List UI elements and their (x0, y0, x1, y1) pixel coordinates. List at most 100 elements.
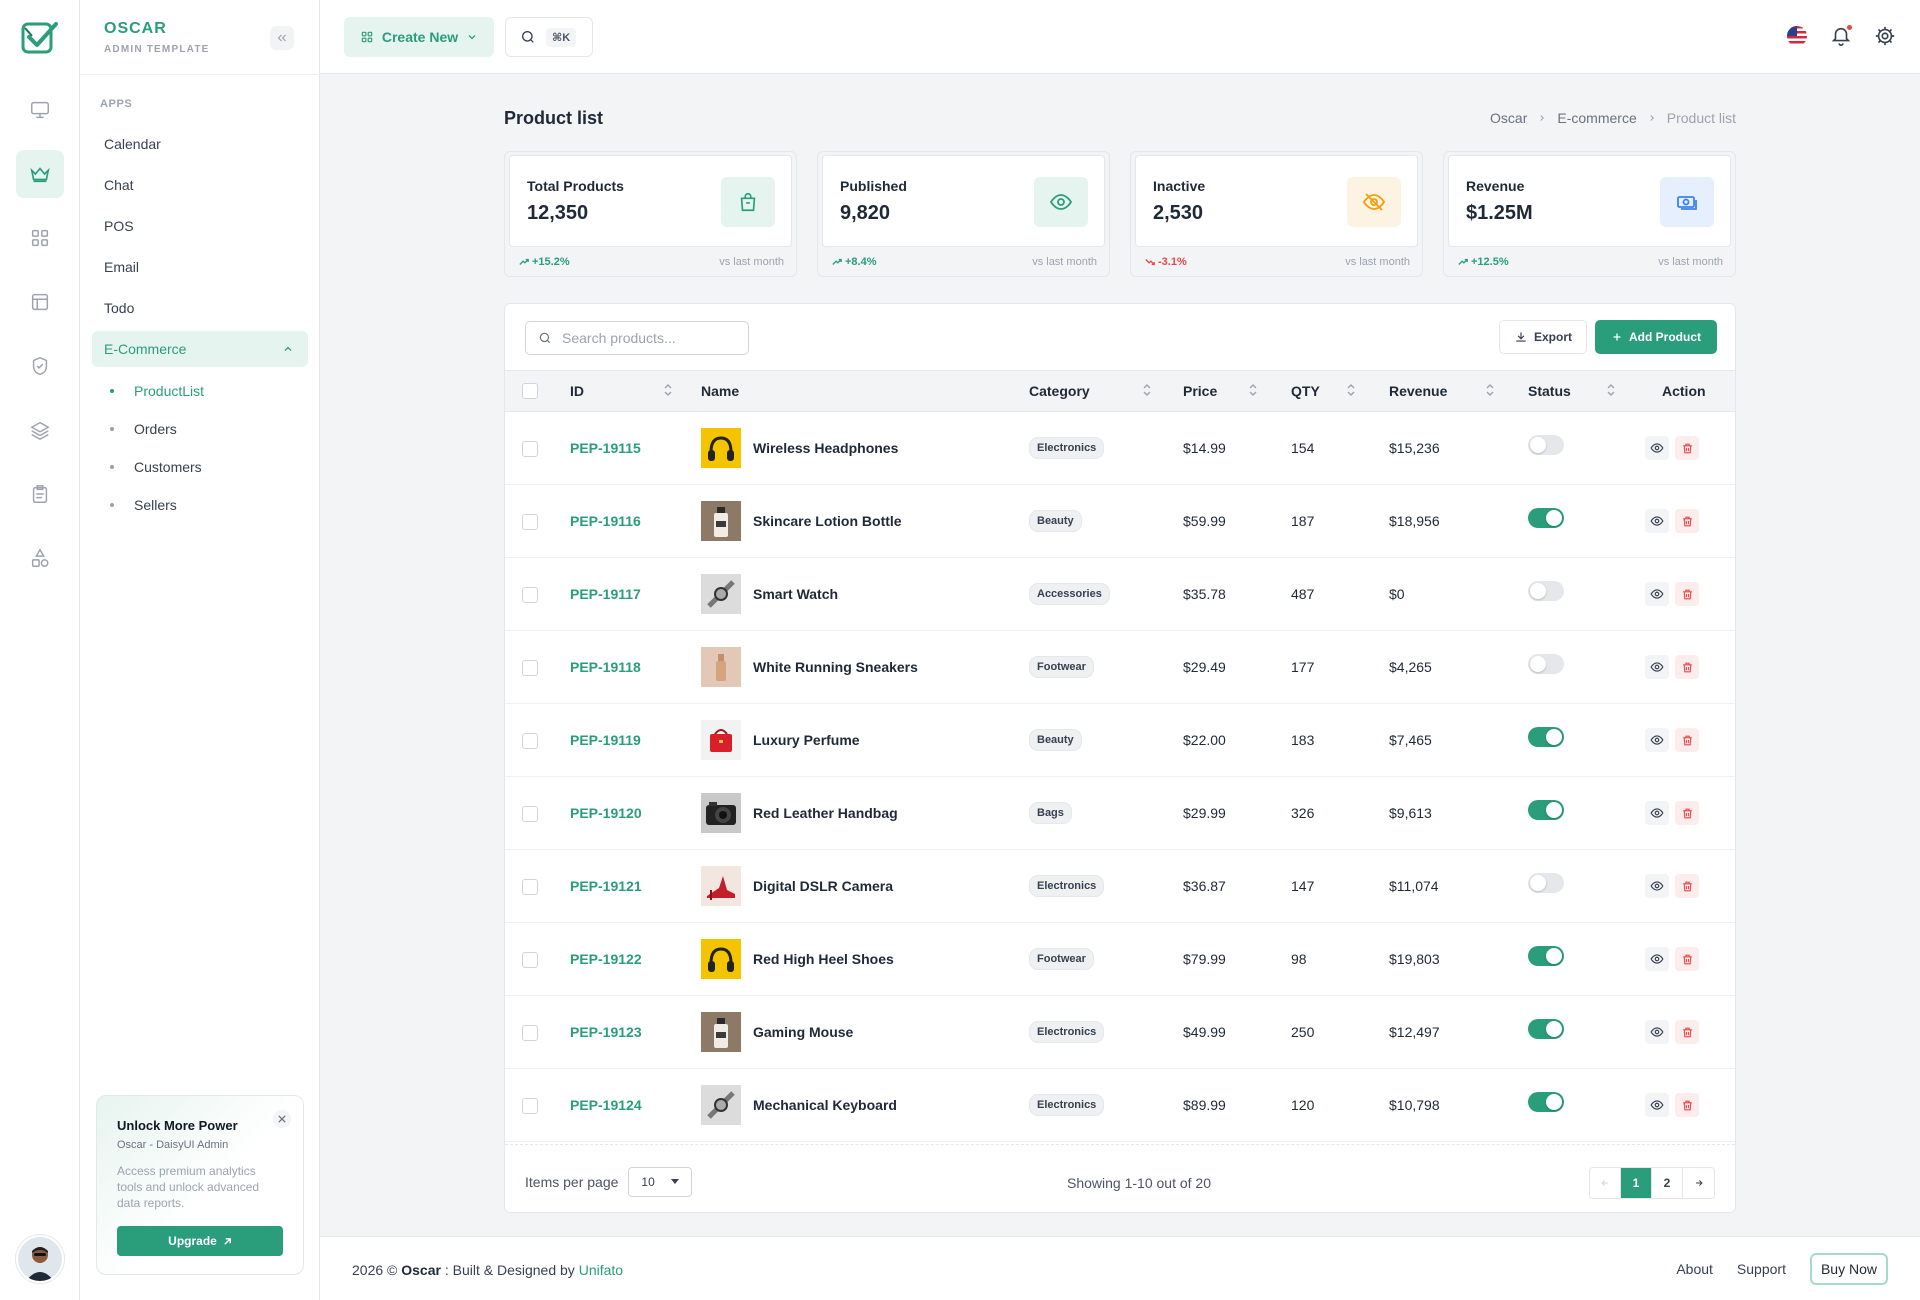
app-logo-icon[interactable] (20, 18, 60, 58)
view-button[interactable] (1645, 582, 1669, 606)
delete-button[interactable] (1675, 655, 1699, 679)
status-toggle[interactable] (1528, 727, 1564, 747)
submenu-item-customers[interactable]: Customers (92, 448, 308, 486)
bell-icon[interactable] (1830, 25, 1852, 47)
create-new-button[interactable]: Create New (344, 17, 494, 57)
row-checkbox[interactable] (522, 587, 538, 603)
shapes-icon[interactable] (16, 534, 64, 582)
view-button[interactable] (1645, 874, 1669, 898)
prev-page-button[interactable] (1590, 1168, 1621, 1198)
table-row[interactable]: PEP-19119 Luxury Perfume Beauty $22.00 183 $7… (505, 704, 1735, 777)
column-header-qty[interactable]: QTY (1291, 371, 1320, 411)
column-header-name[interactable]: Name (701, 371, 739, 411)
breadcrumb-item[interactable]: E-commerce (1557, 110, 1636, 126)
product-id-link[interactable]: PEP-19117 (570, 558, 641, 630)
layers-icon[interactable] (16, 406, 64, 454)
select-all-checkbox[interactable] (522, 383, 538, 399)
table-row[interactable]: PEP-19117 Smart Watch Accessories $35.78 487… (505, 558, 1735, 631)
column-header-price[interactable]: Price (1183, 371, 1217, 411)
next-page-button[interactable] (1683, 1168, 1714, 1198)
sidebar-item-pos[interactable]: POS (92, 208, 308, 244)
layout-icon[interactable] (16, 278, 64, 326)
row-checkbox[interactable] (522, 660, 538, 676)
table-row[interactable]: PEP-19120 Red Leather Handbag Bags $29.99 32… (505, 777, 1735, 850)
table-row[interactable]: PEP-19121 Digital DSLR Camera Electronics $… (505, 850, 1735, 923)
view-button[interactable] (1645, 801, 1669, 825)
view-button[interactable] (1645, 947, 1669, 971)
grid-icon[interactable] (16, 214, 64, 262)
product-id-link[interactable]: PEP-19116 (570, 485, 641, 557)
delete-button[interactable] (1675, 874, 1699, 898)
product-id-link[interactable]: PEP-19115 (570, 412, 641, 484)
gear-icon[interactable] (1874, 25, 1896, 47)
product-id-link[interactable]: PEP-19122 (570, 923, 642, 995)
row-checkbox[interactable] (522, 1098, 538, 1114)
table-row[interactable]: PEP-19115 Wireless Headphones Electronics $… (505, 412, 1735, 485)
view-button[interactable] (1645, 655, 1669, 679)
table-row[interactable]: PEP-19118 White Running Sneakers Footwear $… (505, 631, 1735, 704)
page-button-1[interactable]: 1 (1621, 1168, 1652, 1198)
items-per-page-select[interactable]: 10 (628, 1167, 693, 1197)
product-id-link[interactable]: PEP-19120 (570, 777, 642, 849)
table-row[interactable]: PEP-19124 Mechanical Keyboard Electronics $… (505, 1069, 1735, 1142)
column-header-revenue[interactable]: Revenue (1389, 371, 1447, 411)
status-toggle[interactable] (1528, 1092, 1564, 1112)
sidebar-item-calendar[interactable]: Calendar (92, 126, 308, 162)
product-id-link[interactable]: PEP-19119 (570, 704, 641, 776)
global-search-button[interactable]: ⌘K (505, 17, 593, 57)
submenu-item-productlist[interactable]: ProductList (92, 372, 308, 410)
buy-now-button[interactable]: Buy Now (1809, 1253, 1888, 1285)
product-id-link[interactable]: PEP-19123 (570, 996, 642, 1068)
row-checkbox[interactable] (522, 806, 538, 822)
status-toggle[interactable] (1528, 946, 1564, 966)
submenu-item-orders[interactable]: Orders (92, 410, 308, 448)
delete-button[interactable] (1675, 582, 1699, 606)
row-checkbox[interactable] (522, 733, 538, 749)
view-button[interactable] (1645, 728, 1669, 752)
status-toggle[interactable] (1528, 1019, 1564, 1039)
shield-check-icon[interactable] (16, 342, 64, 390)
close-icon[interactable] (273, 1110, 291, 1128)
submenu-item-sellers[interactable]: Sellers (92, 486, 308, 524)
status-toggle[interactable] (1528, 873, 1564, 893)
footer-link-about[interactable]: About (1676, 1261, 1713, 1277)
upgrade-button[interactable]: Upgrade (117, 1226, 283, 1256)
status-toggle[interactable] (1528, 435, 1564, 455)
status-toggle[interactable] (1528, 508, 1564, 528)
delete-button[interactable] (1675, 1020, 1699, 1044)
sidebar-item-ecommerce[interactable]: E-Commerce (92, 331, 308, 367)
monitor-icon[interactable] (16, 86, 64, 134)
table-row[interactable]: PEP-19122 Red High Heel Shoes Footwear $79.… (505, 923, 1735, 996)
status-toggle[interactable] (1528, 654, 1564, 674)
avatar[interactable] (16, 1235, 64, 1283)
delete-button[interactable] (1675, 947, 1699, 971)
view-button[interactable] (1645, 436, 1669, 460)
collapse-sidebar-button[interactable] (270, 26, 294, 50)
export-button[interactable]: Export (1499, 320, 1587, 354)
product-id-link[interactable]: PEP-19121 (570, 850, 642, 922)
column-header-status[interactable]: Status (1528, 371, 1571, 411)
view-button[interactable] (1645, 1093, 1669, 1117)
product-id-link[interactable]: PEP-19118 (570, 631, 641, 703)
row-checkbox[interactable] (522, 1025, 538, 1041)
sidebar-item-chat[interactable]: Chat (92, 167, 308, 203)
crown-icon[interactable] (16, 150, 64, 198)
delete-button[interactable] (1675, 801, 1699, 825)
delete-button[interactable] (1675, 436, 1699, 460)
row-checkbox[interactable] (522, 952, 538, 968)
column-header-category[interactable]: Category (1029, 371, 1090, 411)
row-checkbox[interactable] (522, 879, 538, 895)
product-id-link[interactable]: PEP-19124 (570, 1069, 642, 1141)
table-row[interactable]: PEP-19116 Skincare Lotion Bottle Beauty $59… (505, 485, 1735, 558)
row-checkbox[interactable] (522, 441, 538, 457)
column-header-id[interactable]: ID (570, 371, 584, 411)
table-row[interactable]: PEP-19123 Gaming Mouse Electronics $49.99 25… (505, 996, 1735, 1069)
delete-button[interactable] (1675, 1093, 1699, 1117)
add-product-button[interactable]: Add Product (1595, 320, 1717, 354)
delete-button[interactable] (1675, 509, 1699, 533)
row-checkbox[interactable] (522, 514, 538, 530)
sidebar-item-email[interactable]: Email (92, 249, 308, 285)
us-flag-icon[interactable] (1786, 25, 1808, 47)
delete-button[interactable] (1675, 728, 1699, 752)
view-button[interactable] (1645, 509, 1669, 533)
